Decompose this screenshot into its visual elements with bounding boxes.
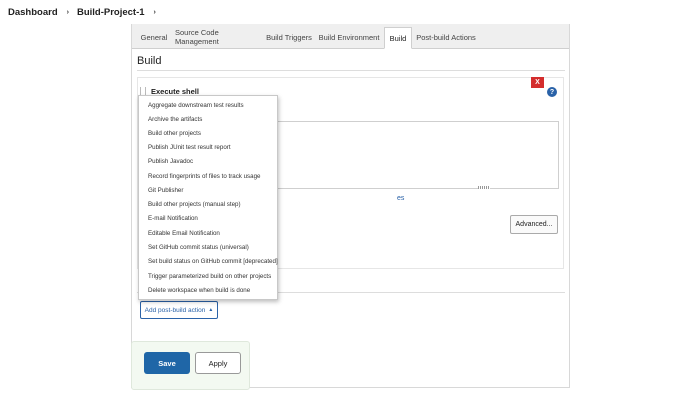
tab-build[interactable]: Build	[384, 27, 412, 49]
menu-item[interactable]: Record fingerprints of files to track us…	[148, 173, 260, 180]
resize-grip-icon[interactable]	[478, 186, 490, 189]
breadcrumb-project[interactable]: Build-Project-1	[77, 7, 145, 18]
menu-item[interactable]: Editable Email Notification	[148, 230, 220, 237]
menu-item[interactable]: Set build status on GitHub commit [depre…	[148, 258, 278, 265]
tab-source-code-management[interactable]: Source Code Management	[175, 27, 261, 47]
tab-post-build-actions[interactable]: Post-build Actions	[416, 27, 476, 47]
config-tabbar: General Source Code Management Build Tri…	[132, 24, 569, 49]
menu-item[interactable]: Build other projects (manual step)	[148, 201, 241, 208]
menu-item[interactable]: Archive the artifacts	[148, 116, 202, 123]
menu-item[interactable]: Git Publisher	[148, 187, 183, 194]
menu-item[interactable]: Set GitHub commit status (universal)	[148, 244, 249, 251]
command-textarea[interactable]	[271, 121, 559, 189]
save-button[interactable]: Save	[144, 352, 190, 374]
delete-step-button[interactable]: X	[531, 77, 544, 88]
help-icon[interactable]: ?	[547, 87, 557, 97]
environment-variables-link[interactable]: es	[397, 195, 404, 202]
breadcrumb: Dashboard › Build-Project-1 ›	[0, 0, 700, 24]
breadcrumb-dashboard[interactable]: Dashboard	[8, 7, 58, 18]
post-build-action-menu: Aggregate downstream test results Archiv…	[138, 95, 278, 300]
tab-general[interactable]: General	[137, 27, 171, 47]
tab-build-environment[interactable]: Build Environment	[318, 27, 380, 47]
menu-item[interactable]: Publish Javadoc	[148, 158, 193, 165]
caret-up-icon: ▲	[208, 307, 214, 313]
add-post-build-action-label: Add post-build action	[144, 306, 206, 314]
menu-item[interactable]: Publish JUnit test result report	[148, 144, 231, 151]
menu-item[interactable]: Delete workspace when build is done	[148, 287, 250, 294]
tab-build-triggers[interactable]: Build Triggers	[266, 27, 312, 47]
menu-item[interactable]: Aggregate downstream test results	[148, 102, 244, 109]
save-apply-bar: Save Apply	[131, 341, 250, 390]
section-title: Build	[137, 55, 162, 67]
apply-button[interactable]: Apply	[195, 352, 241, 374]
menu-item[interactable]: Build other projects	[148, 130, 201, 137]
breadcrumb-chevron-icon: ›	[66, 8, 69, 16]
menu-item[interactable]: Trigger parameterized build on other pro…	[148, 273, 271, 280]
add-post-build-action-button[interactable]: Add post-build action ▲	[140, 301, 218, 319]
advanced-button[interactable]: Advanced...	[510, 215, 558, 234]
menu-item[interactable]: E-mail Notification	[148, 215, 198, 222]
section-divider	[137, 70, 565, 71]
breadcrumb-chevron-icon[interactable]: ›	[154, 9, 156, 16]
